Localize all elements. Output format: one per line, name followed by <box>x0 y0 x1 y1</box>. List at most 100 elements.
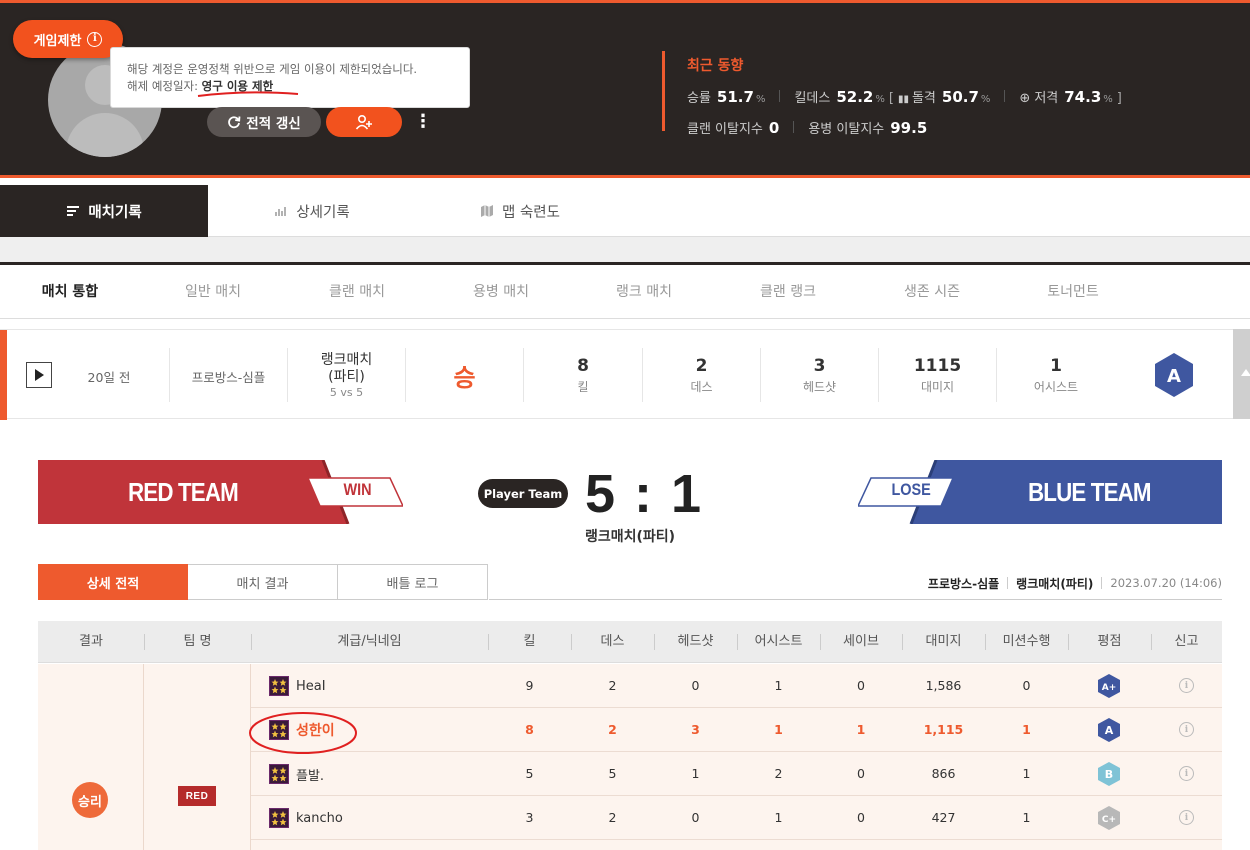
filter-mercenary[interactable]: 용병 매치 <box>451 265 551 319</box>
red-team-result: WIN <box>343 480 372 499</box>
trend-row-1: 승률 51.7% 킬데스 52.2% [▮▮ 돌격 50.7% ⊕ 저격 74.3%] <box>687 88 1122 106</box>
player-assists: 1 <box>774 810 783 825</box>
col-result: 결과 <box>79 634 103 649</box>
filter-all[interactable]: 매치 통합 <box>20 265 120 319</box>
report-info-icon[interactable]: i <box>1179 678 1194 693</box>
win-badge: 승리 <box>72 782 108 818</box>
col-headshots: 헤드샷 <box>654 621 737 663</box>
collapse-arrow-tab[interactable] <box>1233 329 1250 419</box>
filter-clan-rank[interactable]: 클랜 랭크 <box>738 265 838 319</box>
game-restriction-badge[interactable]: 게임제한 i <box>13 20 123 58</box>
player-nickname: HeaI <box>296 678 326 694</box>
meta-type: 랭크매치(파티) <box>1016 576 1094 591</box>
blue-team-name: BLUE TEAM <box>1028 477 1152 507</box>
subtab-detail-stats[interactable]: 상세 전적 <box>38 564 188 600</box>
col-mission: 미션수행 <box>985 621 1068 663</box>
grade-text: C+ <box>1102 815 1116 825</box>
red-team-banner: RED TEAM WIN <box>38 460 403 524</box>
grade-badge-icon: A <box>1155 353 1193 397</box>
col-grade: 평점 <box>1068 621 1151 663</box>
win-rate-value: 51.7 <box>716 88 754 106</box>
subtab-battle-log[interactable]: 배틀 로그 <box>338 564 488 600</box>
refresh-record-button[interactable]: 전적 갱신 <box>207 107 321 137</box>
team-cell: RED <box>144 664 251 850</box>
merc-leave-value: 99.5 <box>890 119 928 137</box>
report-info-icon[interactable]: i <box>1179 810 1194 825</box>
subtab-match-result[interactable]: 매치 결과 <box>188 564 338 600</box>
match-result: 승 <box>405 348 523 402</box>
grade-text: A+ <box>1102 683 1117 693</box>
player-nickname: kancho <box>296 810 343 826</box>
match-type-filters: 매치 통합 일반 매치 클랜 매치 용병 매치 랭크 매치 클랜 랭크 생존 시… <box>0 262 1250 319</box>
player-row[interactable]: kancho 3 2 0 1 0 427 1 C+ i <box>251 796 1222 840</box>
more-options-icon[interactable]: ⋮ <box>414 109 432 135</box>
red-circle-annotation <box>249 712 357 754</box>
spacer-band <box>0 237 1250 262</box>
col-damage: 대미지 <box>902 621 985 663</box>
tab-match-record[interactable]: 매치기록 <box>0 185 208 237</box>
kd-value: 52.2 <box>836 88 874 106</box>
player-row[interactable]: HeaI 9 2 0 1 0 1,586 0 A+ i <box>251 664 1222 708</box>
tooltip-message: 해당 계정은 운영정책 위반으로 게임 이용이 제한되었습니다. <box>127 62 418 76</box>
match-type: 랭크매치 (파티) 5 vs 5 <box>287 348 405 402</box>
assault-value: 50.7 <box>941 88 979 106</box>
trend-row-2: 클랜 이탈지수 0 용병 이탈지수 99.5 <box>687 119 928 137</box>
player-kills: 3 <box>525 810 534 825</box>
bar-chart-icon <box>275 207 287 216</box>
add-friend-button[interactable] <box>326 107 402 137</box>
player-saves: 0 <box>857 766 865 781</box>
player-nickname-cell[interactable]: kancho <box>269 796 343 840</box>
player-mission: 1 <box>1022 722 1031 737</box>
subtab-underline <box>489 599 1222 600</box>
col-deaths: 데스 <box>571 621 654 663</box>
red-team-tag: RED <box>178 786 216 806</box>
player-deaths: 2 <box>608 722 617 737</box>
restriction-label: 게임제한 <box>33 33 82 49</box>
meta-map: 프로방스-심플 <box>927 576 1000 591</box>
filter-clan[interactable]: 클랜 매치 <box>307 265 407 319</box>
tab-detail-record[interactable]: 상세기록 <box>208 185 416 237</box>
stats-table-header: 결과 팀 명 계급/닉네임 킬 데스 헤드샷 어시스트 세이브 대미지 미션수행… <box>38 621 1222 663</box>
player-assists: 2 <box>774 766 783 781</box>
tab-map-mastery[interactable]: 맵 숙련도 <box>416 185 624 237</box>
player-hs: 1 <box>691 766 700 781</box>
player-saves: 1 <box>856 722 866 737</box>
player-mission: 0 <box>1022 678 1031 693</box>
filter-survival[interactable]: 생존 시즌 <box>882 265 982 319</box>
report-info-icon[interactable]: i <box>1179 722 1194 737</box>
grade-badge-icon: A+ <box>1098 674 1120 698</box>
col-report: 신고 <box>1151 621 1222 663</box>
report-info-icon[interactable]: i <box>1179 766 1194 781</box>
player-damage: 1,586 <box>925 678 962 693</box>
expand-play-button[interactable] <box>26 362 52 388</box>
blue-team-result: LOSE <box>891 480 931 499</box>
player-hs: 0 <box>691 810 700 825</box>
player-nickname-cell[interactable]: 플발. <box>269 752 324 796</box>
scoreboard: RED TEAM WIN Player Team 5 : 1 랭크매치(파티) … <box>0 460 1250 560</box>
grade-badge-icon: A <box>1098 718 1120 742</box>
player-hs: 0 <box>691 678 700 693</box>
match-deaths: 2 데스 <box>642 348 760 402</box>
match-meta-info: 프로방스-심플 랭크매치(파티) 2023.07.20 (14:06) <box>900 575 1222 591</box>
info-icon: i <box>87 31 103 47</box>
player-kills: 5 <box>525 766 534 781</box>
filter-tournament[interactable]: 토너먼트 <box>1023 265 1123 319</box>
player-row[interactable]: 성한이 8 2 3 1 1 1,115 1 Ai <box>251 708 1222 752</box>
grade-text: A <box>1167 366 1181 387</box>
player-row[interactable]: 플발. 5 5 1 2 0 866 1 Bi <box>251 752 1222 796</box>
filter-normal[interactable]: 일반 매치 <box>163 265 263 319</box>
match-summary-row[interactable]: 20일 전 프로방스-심플 랭크매치 (파티) 5 vs 5 승 8킬 2 데스 … <box>0 329 1250 420</box>
match-headshots: 3 헤드샷 <box>760 348 878 402</box>
player-nickname-cell[interactable]: HeaI <box>269 664 326 708</box>
blue-team-banner: LOSE BLUE TEAM <box>858 460 1222 524</box>
player-nickname: 플발. <box>296 768 325 784</box>
detail-subtabs: 상세 전적 매치 결과 배틀 로그 <box>38 564 488 600</box>
refresh-icon <box>228 116 241 129</box>
match-ago: 20일 전 <box>87 369 131 385</box>
player-kills: 8 <box>525 722 534 737</box>
player-deaths: 2 <box>608 678 617 693</box>
player-mission: 1 <box>1022 766 1031 781</box>
map-icon <box>481 205 494 217</box>
col-assists: 어시스트 <box>737 621 820 663</box>
filter-rank[interactable]: 랭크 매치 <box>594 265 694 319</box>
